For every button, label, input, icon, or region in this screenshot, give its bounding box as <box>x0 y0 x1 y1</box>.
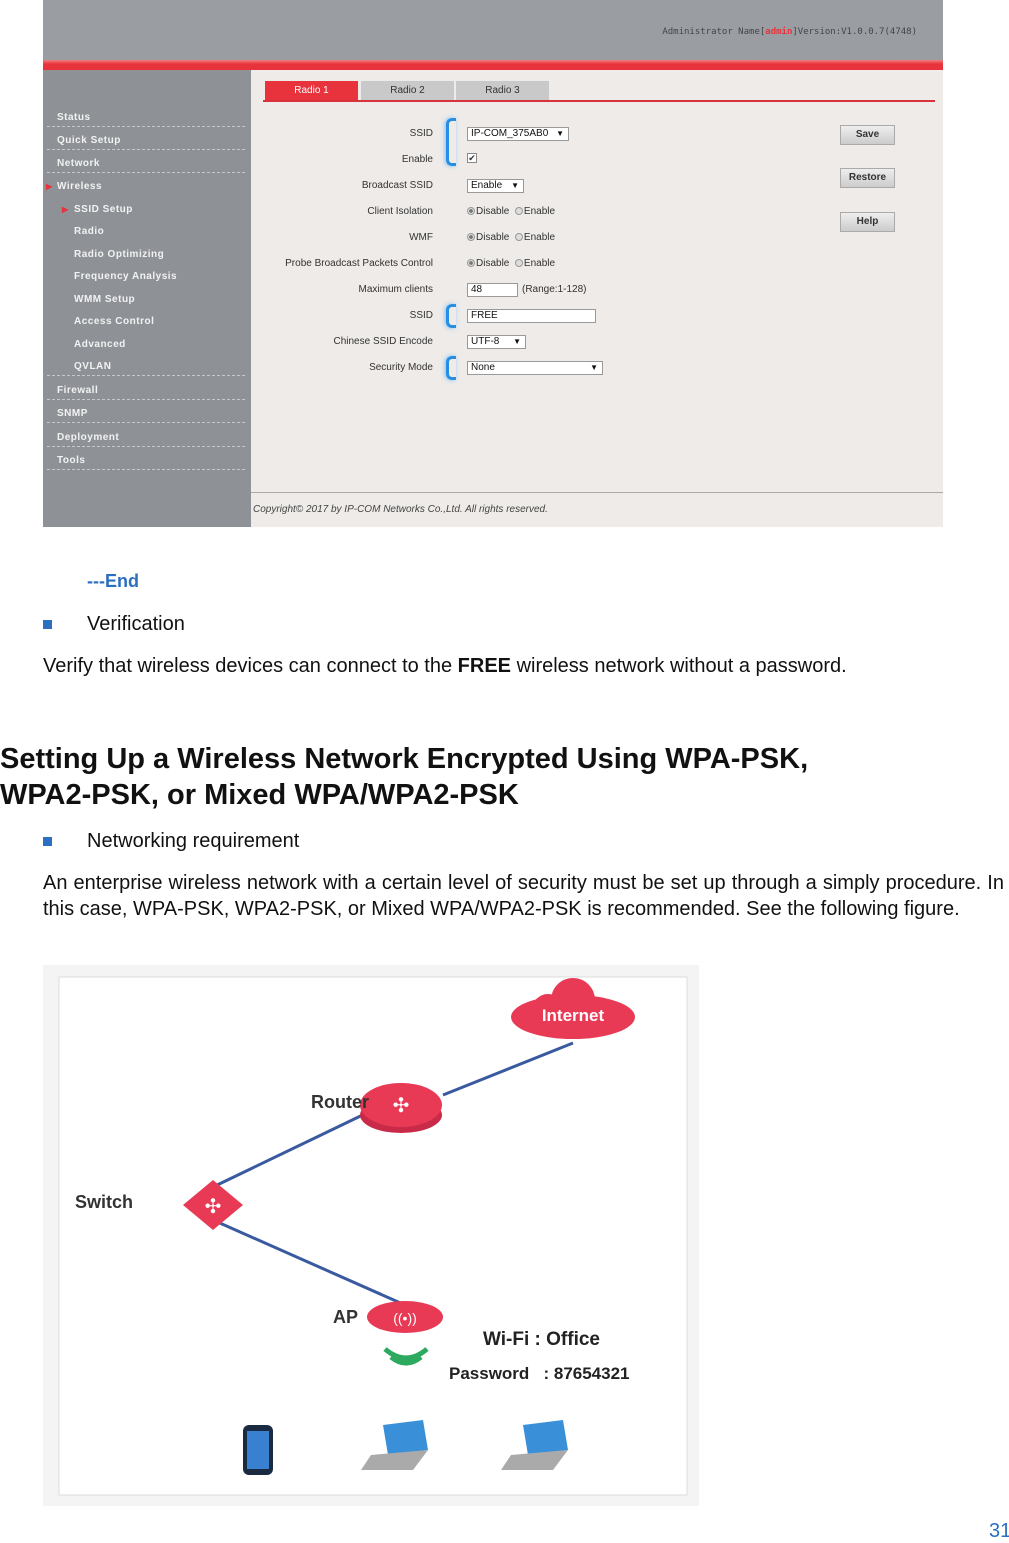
svg-text:✣: ✣ <box>205 1196 222 1218</box>
broadcast-ssid-label: Broadcast SSID <box>361 180 433 191</box>
radio-button[interactable] <box>514 233 523 241</box>
sidebar-item-frequency-analysis[interactable]: Frequency Analysis <box>47 263 245 286</box>
radio-button[interactable] <box>467 259 475 267</box>
svg-text:((•)): ((•)) <box>393 1310 417 1326</box>
ap-icon: ((•)) <box>367 1301 443 1333</box>
requirement-paragraph: An enterprise wireless network with a ce… <box>43 872 1004 920</box>
router-web-ui-screenshot: Administrator Name[admin]Version:V1.0.0.… <box>43 0 943 527</box>
broadcast-ssid-select[interactable]: Enable ▼ <box>467 179 524 193</box>
end-marker: ---End <box>87 571 139 591</box>
radio-button[interactable] <box>467 207 475 215</box>
sidebar-item-access-control[interactable]: Access Control <box>47 308 245 331</box>
svg-text:✣: ✣ <box>393 1095 410 1117</box>
router-icon: ✣ <box>360 1083 442 1133</box>
enable-label: Enable <box>401 154 433 165</box>
help-button[interactable]: Help <box>840 212 895 232</box>
sidebar-item-firewall[interactable]: Firewall <box>47 377 245 400</box>
admin-info: Administrator Name[admin]Version:V1.0.0.… <box>662 27 917 37</box>
wifi-name: Wi-Fi : Office <box>483 1329 600 1350</box>
wifi-password: Password : 87654321 <box>449 1364 630 1383</box>
ssid-name-input[interactable]: FREE <box>467 309 596 323</box>
max-clients-label: Maximum clients <box>358 284 433 295</box>
sidebar-item-snmp[interactable]: SNMP <box>47 400 245 423</box>
ssid-encode-select[interactable]: UTF-8 ▼ <box>467 335 526 349</box>
page-number: 31 <box>989 1520 1009 1542</box>
ssid-select[interactable]: IP-COM_375AB0 ▼ <box>467 127 569 141</box>
bullet-icon <box>43 837 52 846</box>
wmf-radios[interactable]: Disable Enable <box>467 232 555 243</box>
highlight-brace <box>446 304 456 328</box>
ssid-encode-label: Chinese SSID Encode <box>333 336 433 347</box>
dropdown-arrow-icon: ▼ <box>556 129 564 138</box>
sidebar-item-qvlan[interactable]: QVLAN <box>47 353 245 376</box>
dropdown-arrow-icon: ▼ <box>590 363 598 372</box>
sidebar-item-wmm-setup[interactable]: WMM Setup <box>47 286 245 309</box>
sidebar-item-status[interactable]: Status <box>47 104 245 127</box>
radio-button[interactable] <box>514 259 523 267</box>
max-clients-input[interactable]: 48 <box>467 283 518 297</box>
tab-radio-2[interactable]: Radio 2 <box>361 81 454 100</box>
footer-divider <box>251 492 943 493</box>
internet-label: Internet <box>542 1006 605 1025</box>
enable-checkbox[interactable]: ✔ <box>467 153 477 163</box>
sidebar-item-wireless[interactable]: ▶ Wireless <box>46 173 245 196</box>
probe-radios[interactable]: Disable Enable <box>467 258 555 269</box>
section-heading-line2: WPA2-PSK, or Mixed WPA/WPA2-PSK <box>0 779 519 811</box>
sidebar-item-tools[interactable]: Tools <box>47 447 245 470</box>
security-mode-label: Security Mode <box>369 362 433 373</box>
wmf-label: WMF <box>409 232 433 243</box>
sidebar-item-radio[interactable]: Radio <box>47 218 245 241</box>
sidebar-item-radio-optimizing[interactable]: Radio Optimizing <box>47 241 245 264</box>
probe-label: Probe Broadcast Packets Control <box>285 258 433 269</box>
bullet-icon <box>43 620 52 629</box>
verification-heading: Verification <box>87 613 185 635</box>
ap-label: AP <box>333 1307 358 1327</box>
tab-underline <box>263 100 935 102</box>
security-mode-select[interactable]: None ▼ <box>467 361 603 375</box>
diagram-canvas <box>58 976 688 1496</box>
requirement-heading: Networking requirement <box>87 830 300 852</box>
sidebar-item-deployment[interactable]: Deployment <box>47 424 245 447</box>
sidebar-item-quick-setup[interactable]: Quick Setup <box>47 127 245 150</box>
tab-radio-3[interactable]: Radio 3 <box>456 81 549 100</box>
dropdown-arrow-icon: ▼ <box>511 181 519 190</box>
radio-button[interactable] <box>514 207 523 215</box>
sidebar-item-network[interactable]: Network <box>47 150 245 173</box>
copyright: Copyright© 2017 by IP-COM Networks Co.,L… <box>253 504 548 515</box>
client-isolation-radios[interactable]: Disable Enable <box>467 206 555 217</box>
radio-button[interactable] <box>467 233 475 241</box>
tab-radio-1[interactable]: Radio 1 <box>265 81 358 100</box>
save-button[interactable]: Save <box>840 125 895 145</box>
verify-text: Verify that wireless devices can connect… <box>43 655 847 677</box>
section-heading-line1: Setting Up a Wireless Network Encrypted … <box>0 743 809 775</box>
network-diagram: Internet ✣ Router ✣ Switch ((•)) AP Wi-F… <box>43 965 699 1506</box>
ssid-name-label: SSID <box>409 310 433 321</box>
restore-button[interactable]: Restore <box>840 168 895 188</box>
highlight-brace <box>446 118 456 166</box>
ssid-label: SSID <box>409 128 433 139</box>
highlight-brace <box>446 356 456 380</box>
dropdown-arrow-icon: ▼ <box>513 337 521 346</box>
max-clients-range: (Range:1-128) <box>522 284 587 295</box>
sidebar-item-advanced[interactable]: Advanced <box>47 331 245 354</box>
client-isolation-label: Client Isolation <box>367 206 433 217</box>
header-bar: Administrator Name[admin]Version:V1.0.0.… <box>43 0 943 60</box>
sidebar: Status Quick Setup Network ▶ Wireless ▶ SS… <box>43 70 251 527</box>
red-bar <box>43 60 943 70</box>
sidebar-item-ssid-setup[interactable]: ▶ SSID Setup <box>47 196 245 219</box>
switch-label: Switch <box>75 1192 133 1212</box>
router-label: Router <box>311 1092 369 1112</box>
